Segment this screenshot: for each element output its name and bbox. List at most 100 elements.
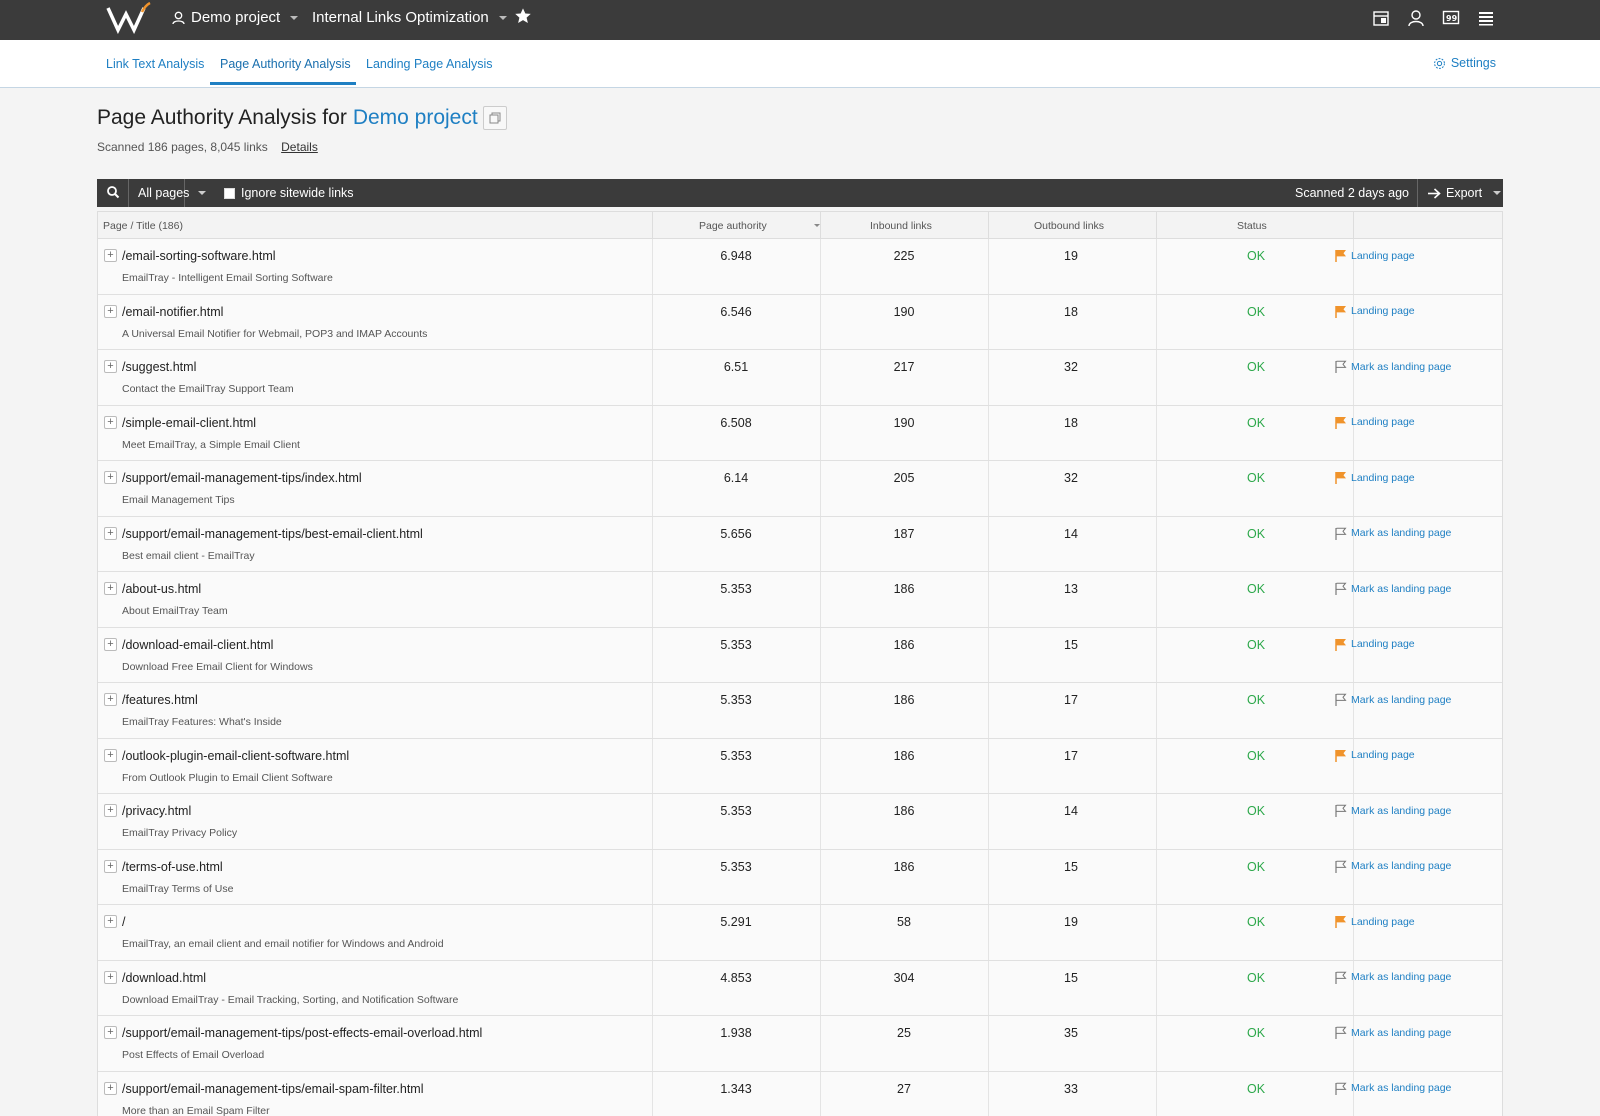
mark-landing-page-button[interactable]: Mark as landing page — [1335, 1026, 1451, 1039]
inbound-links-value[interactable]: 205 — [864, 471, 944, 485]
inbound-links-value[interactable]: 186 — [864, 638, 944, 652]
mark-landing-page-button[interactable]: Mark as landing page — [1335, 360, 1451, 373]
export-button[interactable]: Export — [1417, 179, 1503, 207]
outbound-links-value[interactable]: 14 — [1031, 527, 1111, 541]
column-inbound-links[interactable]: Inbound links — [870, 220, 932, 232]
page-url[interactable]: /suggest.html — [122, 360, 196, 374]
outbound-links-value[interactable]: 15 — [1031, 638, 1111, 652]
outbound-links-value[interactable]: 15 — [1031, 971, 1111, 985]
landing-page-flag[interactable]: Landing page — [1335, 638, 1415, 651]
expand-row-button[interactable]: + — [104, 693, 117, 706]
outbound-links-value[interactable]: 17 — [1031, 749, 1111, 763]
tab-page-authority-analysis[interactable]: Page Authority Analysis — [220, 57, 351, 71]
landing-page-flag[interactable]: Landing page — [1335, 249, 1415, 262]
page-url[interactable]: /privacy.html — [122, 804, 191, 818]
column-page-title[interactable]: Page / Title (186) — [103, 220, 183, 232]
page-url[interactable]: /support/email-management-tips/post-effe… — [122, 1026, 482, 1040]
expand-row-button[interactable]: + — [104, 637, 117, 651]
page-url[interactable]: /download.html — [122, 971, 206, 985]
column-page-authority[interactable]: Page authority — [699, 220, 767, 232]
landing-page-flag[interactable]: Landing page — [1335, 305, 1415, 318]
expand-row-button[interactable]: + — [104, 804, 117, 817]
inbound-links-value[interactable]: 186 — [864, 804, 944, 818]
expand-row-button[interactable]: + — [104, 471, 117, 484]
inbound-links-value[interactable]: 186 — [864, 693, 944, 707]
expand-row-button[interactable]: + — [104, 970, 117, 984]
mark-landing-page-button[interactable]: Mark as landing page — [1335, 804, 1451, 817]
expand-row-button[interactable]: + — [104, 249, 117, 262]
landing-page-flag[interactable]: Landing page — [1335, 416, 1415, 429]
page-url[interactable]: /terms-of-use.html — [122, 860, 223, 874]
inbound-links-value[interactable]: 186 — [864, 860, 944, 874]
profile-icon[interactable] — [1407, 9, 1425, 27]
outbound-links-value[interactable]: 14 — [1031, 804, 1111, 818]
page-title-project-link[interactable]: Demo project — [353, 106, 478, 130]
outbound-links-value[interactable]: 32 — [1031, 360, 1111, 374]
pages-filter-dropdown[interactable]: All pages — [130, 179, 189, 207]
mark-landing-page-button[interactable]: Mark as landing page — [1335, 1082, 1451, 1095]
mark-landing-page-button[interactable]: Mark as landing page — [1335, 582, 1451, 595]
page-url[interactable]: /support/email-management-tips/email-spa… — [122, 1082, 424, 1096]
outbound-links-value[interactable]: 13 — [1031, 582, 1111, 596]
inbound-links-value[interactable]: 187 — [864, 527, 944, 541]
ignore-sitewide-checkbox[interactable] — [224, 187, 235, 199]
inbound-links-value[interactable]: 217 — [864, 360, 944, 374]
tool-selector[interactable]: Internal Links Optimization — [312, 9, 507, 26]
tab-link-text-analysis[interactable]: Link Text Analysis — [106, 57, 204, 71]
expand-row-button[interactable]: + — [104, 582, 117, 595]
landing-page-flag[interactable]: Landing page — [1335, 471, 1415, 484]
landing-page-flag[interactable]: Landing page — [1335, 749, 1415, 762]
inbound-links-value[interactable]: 304 — [864, 971, 944, 985]
details-link[interactable]: Details — [281, 140, 318, 154]
tab-landing-page-analysis[interactable]: Landing Page Analysis — [366, 57, 492, 71]
calendar-icon[interactable] — [1372, 9, 1390, 27]
mark-landing-page-button[interactable]: Mark as landing page — [1335, 860, 1451, 873]
column-outbound-links[interactable]: Outbound links — [1034, 220, 1104, 232]
expand-row-button[interactable]: + — [104, 1081, 117, 1095]
outbound-links-value[interactable]: 19 — [1031, 915, 1111, 929]
expand-row-button[interactable]: + — [104, 748, 117, 762]
inbound-links-value[interactable]: 186 — [864, 582, 944, 596]
inbound-links-value[interactable]: 225 — [864, 249, 944, 263]
outbound-links-value[interactable]: 19 — [1031, 249, 1111, 263]
star-icon[interactable] — [514, 7, 532, 25]
expand-row-button[interactable]: + — [104, 415, 117, 429]
expand-row-button[interactable]: + — [104, 304, 117, 318]
inbound-links-value[interactable]: 27 — [864, 1082, 944, 1096]
inbound-links-value[interactable]: 190 — [864, 416, 944, 430]
outbound-links-value[interactable]: 35 — [1031, 1026, 1111, 1040]
expand-row-button[interactable]: + — [104, 526, 117, 540]
landing-page-flag[interactable]: Landing page — [1335, 915, 1415, 928]
page-url[interactable]: /download-email-client.html — [122, 638, 273, 652]
page-url[interactable]: /email-notifier.html — [122, 305, 223, 319]
outbound-links-value[interactable]: 15 — [1031, 860, 1111, 874]
column-status[interactable]: Status — [1237, 220, 1267, 232]
menu-icon[interactable] — [1477, 9, 1495, 27]
mark-landing-page-button[interactable]: Mark as landing page — [1335, 527, 1451, 540]
project-selector[interactable]: Demo project — [172, 9, 299, 26]
outbound-links-value[interactable]: 32 — [1031, 471, 1111, 485]
page-url[interactable]: /outlook-plugin-email-client-software.ht… — [122, 749, 349, 763]
outbound-links-value[interactable]: 33 — [1031, 1082, 1111, 1096]
inbound-links-value[interactable]: 25 — [864, 1026, 944, 1040]
page-url[interactable]: /simple-email-client.html — [122, 416, 256, 430]
copy-button[interactable] — [482, 106, 507, 130]
mark-landing-page-button[interactable]: Mark as landing page — [1335, 693, 1451, 706]
inbound-links-value[interactable]: 186 — [864, 749, 944, 763]
expand-row-button[interactable]: + — [104, 915, 117, 928]
ignore-sitewide-toggle[interactable]: Ignore sitewide links — [224, 186, 354, 200]
page-url[interactable]: /support/email-management-tips/index.htm… — [122, 471, 362, 485]
page-url[interactable]: /support/email-management-tips/best-emai… — [122, 527, 423, 541]
outbound-links-value[interactable]: 18 — [1031, 305, 1111, 319]
page-url[interactable]: / — [122, 915, 125, 929]
quote-icon[interactable]: 99 — [1442, 9, 1460, 27]
expand-row-button[interactable]: + — [104, 360, 117, 373]
expand-row-button[interactable]: + — [104, 859, 117, 873]
page-url[interactable]: /features.html — [122, 693, 198, 707]
expand-row-button[interactable]: + — [104, 1026, 117, 1039]
search-button[interactable] — [97, 179, 129, 207]
outbound-links-value[interactable]: 17 — [1031, 693, 1111, 707]
inbound-links-value[interactable]: 190 — [864, 305, 944, 319]
mark-landing-page-button[interactable]: Mark as landing page — [1335, 971, 1451, 984]
page-url[interactable]: /about-us.html — [122, 582, 201, 596]
